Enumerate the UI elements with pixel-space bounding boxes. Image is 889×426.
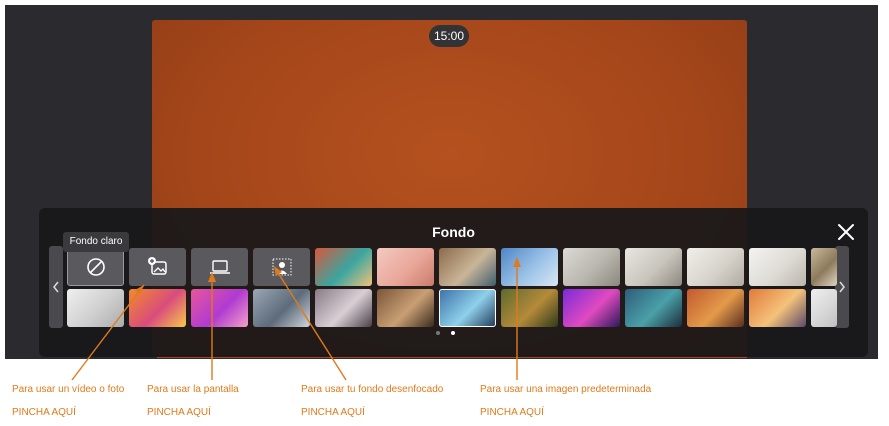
annotation-image-label: Para usar un vídeo o foto (12, 384, 125, 395)
background-thumb-partial[interactable] (811, 248, 837, 286)
no-background-button[interactable] (67, 248, 124, 286)
background-thumb-abstract-gray[interactable] (315, 289, 372, 327)
background-thumb-interior-office[interactable] (439, 248, 496, 286)
none-icon (86, 258, 105, 276)
panel-title: Fondo (432, 224, 475, 240)
background-thumb-partial-white[interactable] (811, 289, 837, 327)
background-thumb-white-hallway[interactable] (625, 248, 682, 286)
annotation-preset-cta: PINCHA AQUÍ (480, 407, 544, 418)
background-thumb-bright-loft[interactable] (749, 248, 806, 286)
background-thumb-fantasy-land[interactable] (625, 289, 682, 327)
scroll-right-button[interactable] (835, 246, 849, 328)
blur-background-button[interactable] (253, 248, 310, 286)
background-thumb-white-room[interactable] (563, 248, 620, 286)
laptop-icon (209, 260, 230, 274)
background-thumb-nebula[interactable] (563, 289, 620, 327)
annotation-screen-label: Para usar la pantalla (147, 384, 239, 395)
background-thumb-white-interior[interactable] (67, 289, 124, 327)
annotation-image-cta: PINCHA AQUÍ (12, 407, 76, 418)
pager-dot[interactable] (436, 331, 440, 335)
add-image-icon (147, 257, 167, 275)
screen-share-background-button[interactable] (191, 248, 248, 286)
annotation-preset-label: Para usar una imagen predeterminada (480, 384, 652, 395)
tooltip: Fondo claro (63, 232, 129, 252)
blur-icon (272, 258, 291, 276)
background-thumb-balloons-orange[interactable] (129, 289, 186, 327)
background-thumb-balloons-pink[interactable] (191, 289, 248, 327)
meeting-timer: 15:00 (429, 25, 469, 47)
background-thumb-minimal-room[interactable] (687, 248, 744, 286)
background-thumb-autumn-village[interactable] (687, 289, 744, 327)
background-thumb-city-skyline[interactable] (501, 248, 558, 286)
annotation-blur-cta: PINCHA AQUÍ (301, 407, 365, 418)
pager-dot-active[interactable] (451, 331, 455, 335)
background-thumb-abstract-waves[interactable] (315, 248, 372, 286)
annotation-blur-label: Para usar tu fondo desenfocado (301, 384, 444, 395)
background-thumb-sunset-valley[interactable] (749, 289, 806, 327)
chevron-left-icon (53, 281, 59, 293)
chevron-right-icon (839, 281, 845, 293)
background-thumb-bridge[interactable] (253, 289, 310, 327)
add-image-button[interactable] (129, 248, 186, 286)
close-icon[interactable] (836, 222, 856, 242)
background-thumb-cafe[interactable] (377, 289, 434, 327)
background-thumb-futuristic-city[interactable] (439, 289, 496, 327)
annotation-screen-cta: PINCHA AQUÍ (147, 407, 211, 418)
background-thumb-forest[interactable] (501, 289, 558, 327)
scroll-left-button[interactable] (49, 246, 63, 328)
background-thumb-desserts[interactable] (377, 248, 434, 286)
